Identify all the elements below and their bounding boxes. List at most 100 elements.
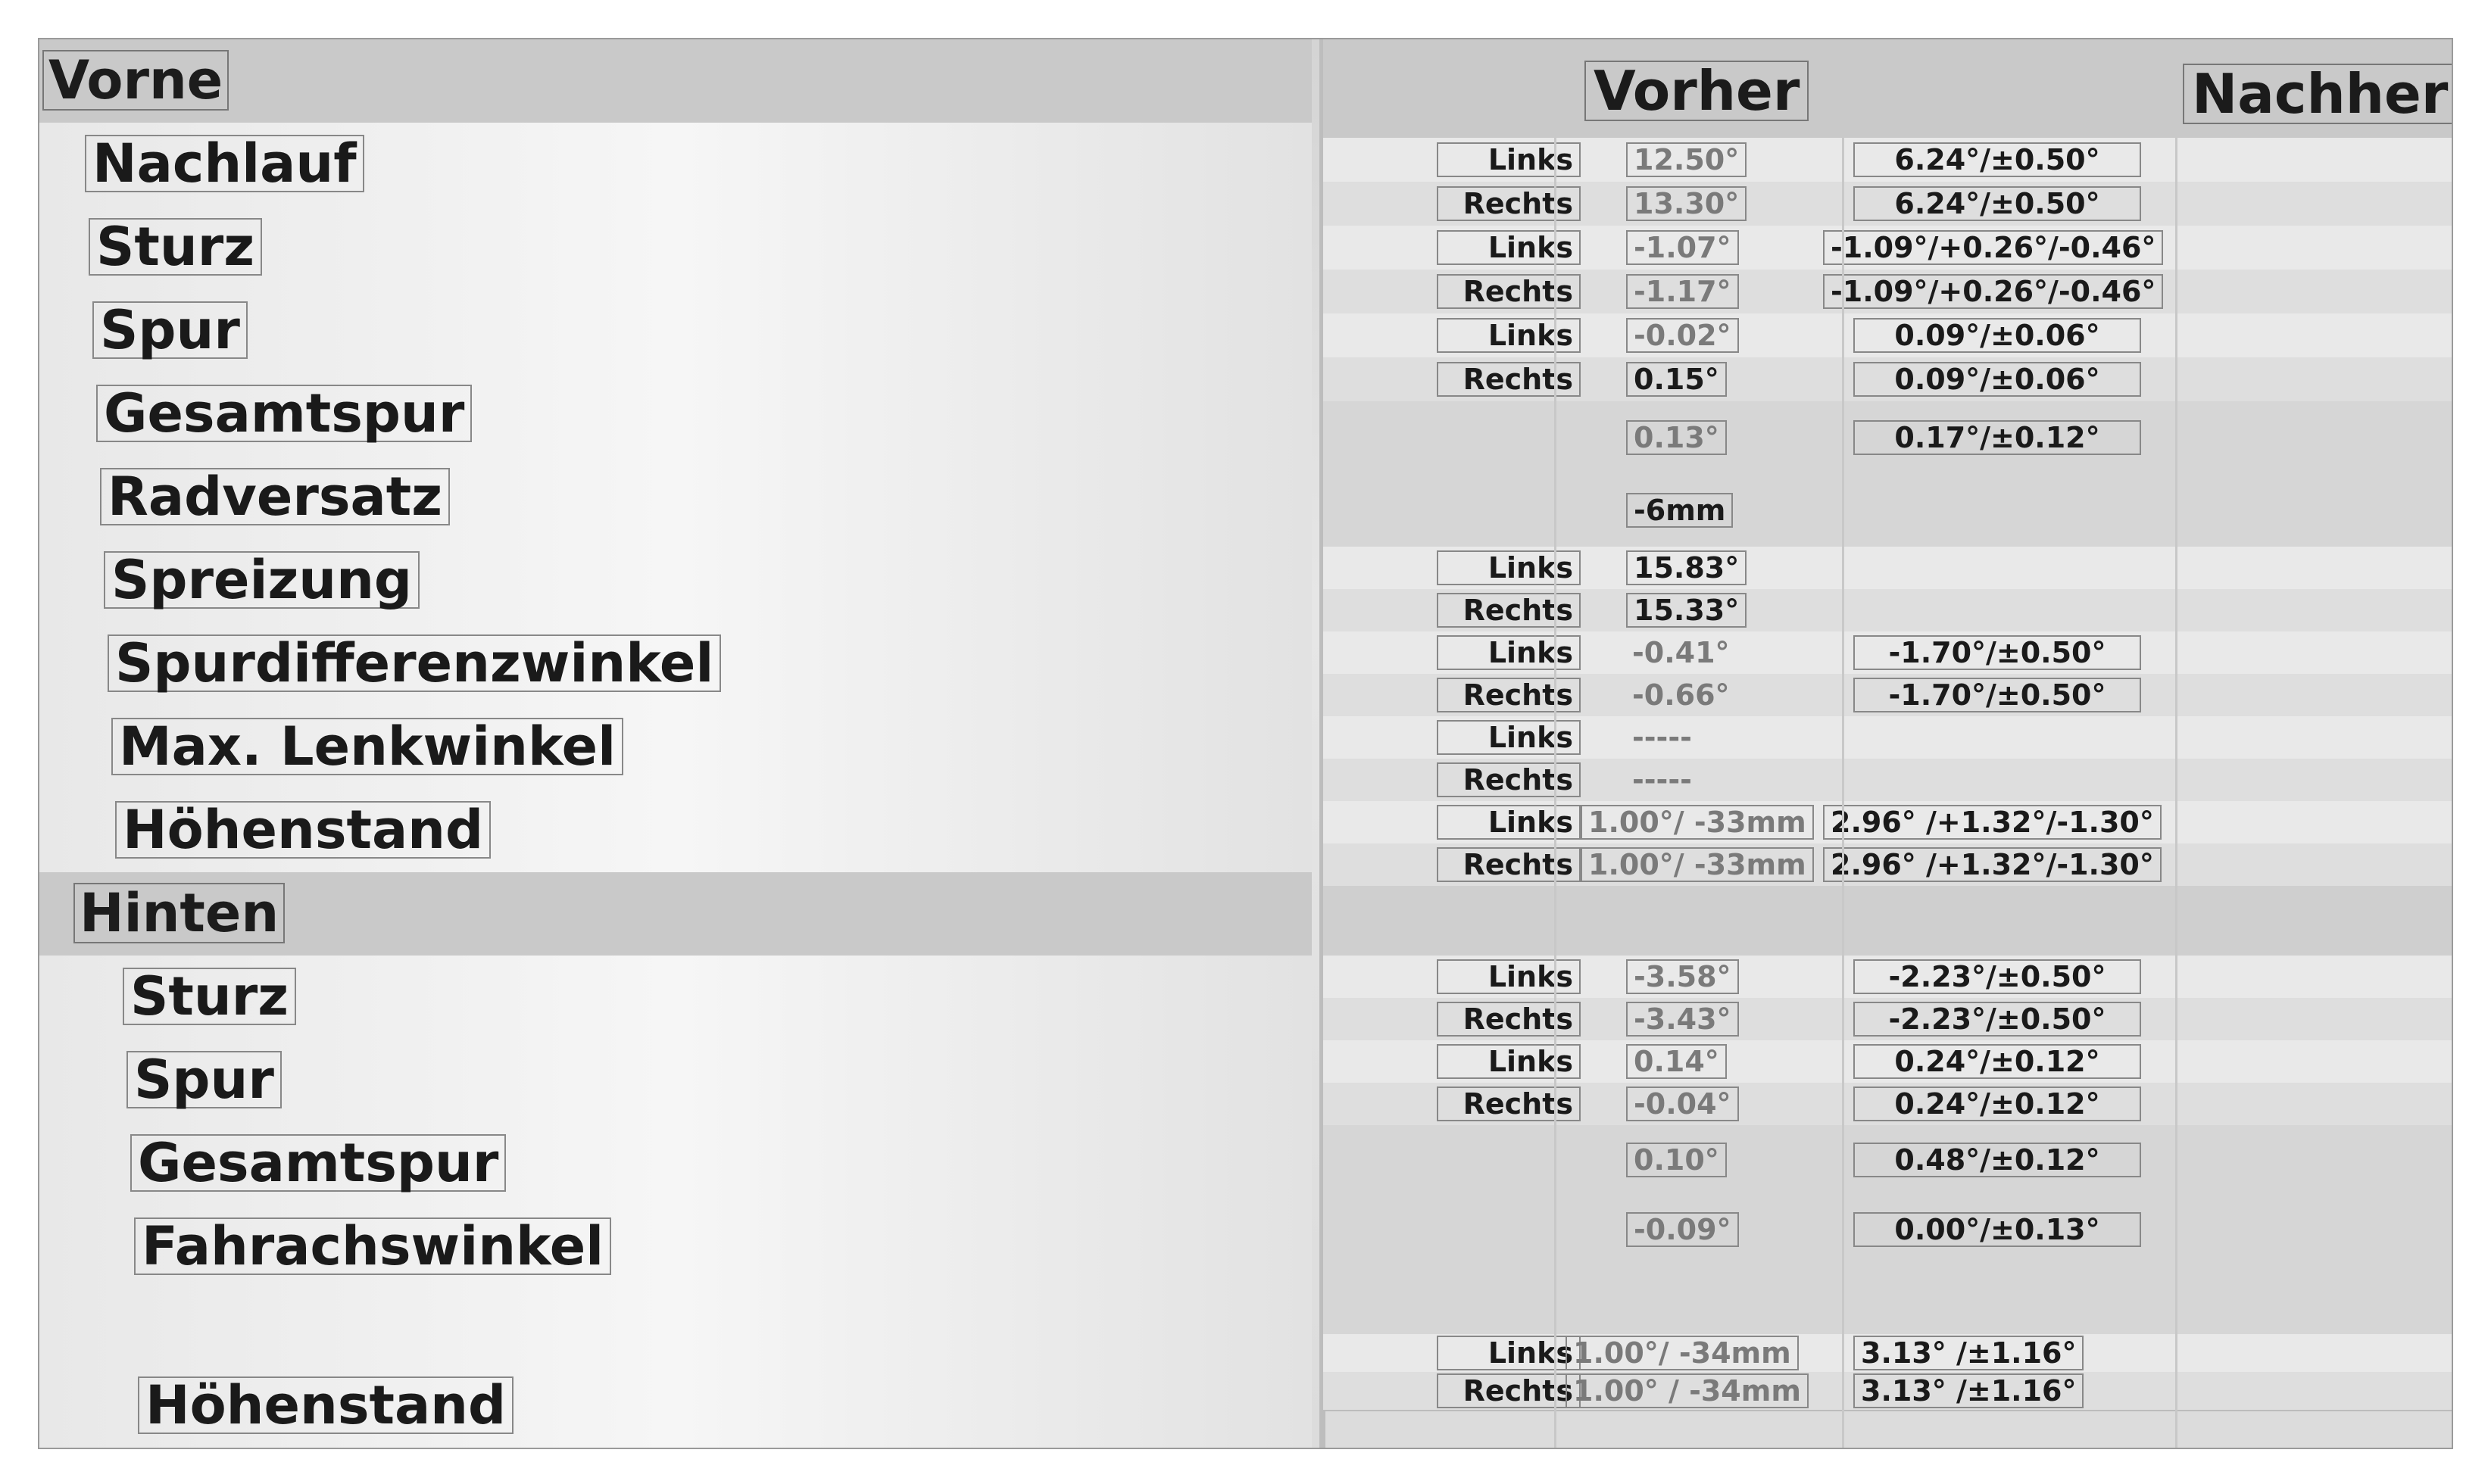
side-label: Rechts: [1437, 678, 1581, 712]
value-before: 15.83°: [1626, 550, 1747, 585]
value-row: Links 15.83°: [1323, 547, 2452, 591]
label-row: Max. Lenkwinkel: [39, 706, 1312, 791]
value-after: -1.70°/±0.50°: [1853, 635, 2141, 670]
value-row: Links 1.00°/ -34mm 3.13° /±1.16°: [1323, 1334, 2452, 1373]
label-row: Nachlauf: [39, 123, 1312, 208]
value-row: Links -1.07° -1.09°/+0.26°/-0.46°: [1323, 226, 2452, 271]
value-after: 2.96° /+1.32°/-1.30°: [1823, 805, 2162, 840]
value-row: Rechts 1.00° / -34mm 3.13° /±1.16°: [1323, 1372, 2452, 1411]
value-row: [1323, 1264, 2452, 1336]
label-rear-gesamtspur: Gesamtspur: [130, 1134, 507, 1192]
side-label: Rechts: [1437, 847, 1581, 882]
label-row: Gesamtspur: [39, 1122, 1312, 1208]
value-row: Rechts -1.17° -1.09°/+0.26°/-0.46°: [1323, 270, 2452, 315]
side-label: Rechts: [1437, 593, 1581, 628]
value-before: 15.33°: [1626, 593, 1747, 628]
value-row: Rechts -0.66° -1.70°/±0.50°: [1323, 674, 2452, 718]
label-spurdifferenzwinkel: Spurdifferenzwinkel: [108, 634, 722, 692]
value-after: 6.24°/±0.50°: [1853, 142, 2141, 177]
side-label: Links: [1437, 720, 1581, 755]
side-label: Rechts: [1437, 186, 1581, 221]
section-front-title: Vorne: [42, 50, 229, 111]
value-row: Rechts 15.33°: [1323, 589, 2452, 633]
value-row: Rechts -----: [1323, 759, 2452, 803]
value-after: 0.24°/±0.12°: [1853, 1044, 2141, 1079]
value-row: Links -0.41° -1.70°/±0.50°: [1323, 631, 2452, 675]
grid-line: [1842, 138, 1844, 1448]
label-rear-hoehenstand: Höhenstand: [138, 1376, 514, 1434]
label-row: Höhenstand: [39, 1364, 1312, 1448]
value-before: 13.30°: [1626, 186, 1747, 221]
label-spreizung: Spreizung: [104, 551, 420, 609]
label-rear-spur: Spur: [126, 1051, 282, 1108]
label-row: [39, 1289, 1312, 1374]
value-before: 0.13°: [1626, 420, 1727, 455]
label-row: Fahrachswinkel: [39, 1205, 1312, 1291]
value-row: Links -0.02° 0.09°/±0.06°: [1323, 313, 2452, 359]
value-before: -0.04°: [1626, 1086, 1739, 1121]
value-row: 0.10° 0.48°/±0.12°: [1323, 1125, 2452, 1196]
value-before: -0.41°: [1632, 636, 1730, 669]
value-row: -6mm: [1323, 474, 2452, 548]
label-row: Spurdifferenzwinkel: [39, 622, 1312, 708]
value-before: -1.17°: [1626, 274, 1739, 309]
value-before: -0.02°: [1626, 318, 1739, 353]
value-before: 0.14°: [1626, 1044, 1727, 1079]
value-before: 1.00°/ -34mm: [1566, 1336, 1799, 1370]
side-label: Links: [1437, 635, 1581, 670]
label-row: Spreizung: [39, 539, 1312, 625]
label-max-lenkwinkel: Max. Lenkwinkel: [111, 718, 624, 775]
label-radversatz: Radversatz: [100, 468, 450, 525]
value-before: 0.10°: [1626, 1143, 1727, 1177]
side-label: Rechts: [1437, 1373, 1581, 1408]
value-before: 1.00°/ -33mm: [1581, 847, 1814, 882]
value-row: Links 12.50° 6.24°/±0.50°: [1323, 138, 2452, 183]
value-row: Links -3.58° -2.23°/±0.50°: [1323, 956, 2452, 999]
side-label: Links: [1437, 550, 1581, 585]
label-nachlauf: Nachlauf: [85, 135, 364, 192]
label-row: Spur: [39, 1039, 1312, 1124]
value-before: -6mm: [1626, 493, 1734, 528]
value-after: 3.13° /±1.16°: [1853, 1373, 2084, 1408]
side-label: Links: [1437, 142, 1581, 177]
label-spur: Spur: [92, 301, 248, 359]
side-label: Rechts: [1437, 1086, 1581, 1121]
value-after: -1.70°/±0.50°: [1853, 678, 2141, 712]
label-row: Sturz: [39, 206, 1312, 292]
value-before: 12.50°: [1626, 142, 1747, 177]
value-after: 0.00°/±0.13°: [1853, 1212, 2141, 1247]
value-before: -3.43°: [1626, 1002, 1739, 1037]
value-row: Rechts -0.04° 0.24°/±0.12°: [1323, 1083, 2452, 1127]
side-label: Rechts: [1437, 274, 1581, 309]
section-rear-title: Hinten: [73, 883, 286, 943]
value-after: 0.17°/±0.12°: [1853, 420, 2141, 455]
label-row: Gesamtspur: [39, 373, 1312, 458]
value-before: -1.07°: [1626, 230, 1739, 265]
label-row: Sturz: [39, 956, 1312, 1041]
value-before: -----: [1632, 763, 1692, 797]
value-row: Links 0.14° 0.24°/±0.12°: [1323, 1040, 2452, 1084]
side-label: Rechts: [1437, 1002, 1581, 1037]
value-after: -2.23°/±0.50°: [1853, 1002, 2141, 1037]
label-gesamtspur: Gesamtspur: [96, 385, 473, 442]
column-header-vorher: Vorher: [1584, 61, 1809, 121]
label-row: Radversatz: [39, 456, 1312, 541]
label-fahrachswinkel: Fahrachswinkel: [134, 1217, 612, 1275]
value-before: 1.00° / -34mm: [1566, 1373, 1809, 1408]
value-after: 0.24°/±0.12°: [1853, 1086, 2141, 1121]
value-after: 0.09°/±0.06°: [1853, 362, 2141, 397]
label-rear-sturz: Sturz: [123, 968, 296, 1025]
side-label: Rechts: [1437, 762, 1581, 797]
value-after: 2.96° /+1.32°/-1.30°: [1823, 847, 2162, 882]
side-label: Links: [1437, 1336, 1581, 1370]
value-row: Rechts 1.00°/ -33mm 2.96° /+1.32°/-1.30°: [1323, 843, 2452, 887]
value-row: -0.09° 0.00°/±0.13°: [1323, 1195, 2452, 1266]
side-label: Links: [1437, 318, 1581, 353]
value-before: 1.00°/ -33mm: [1581, 805, 1814, 840]
side-label: Links: [1437, 1044, 1581, 1079]
value-after: 0.09°/±0.06°: [1853, 318, 2141, 353]
label-row: Höhenstand: [39, 789, 1312, 874]
value-after: 0.48°/±0.12°: [1853, 1143, 2141, 1177]
section-front: Vorne: [39, 39, 1312, 124]
grid-line: [1554, 138, 1556, 1448]
